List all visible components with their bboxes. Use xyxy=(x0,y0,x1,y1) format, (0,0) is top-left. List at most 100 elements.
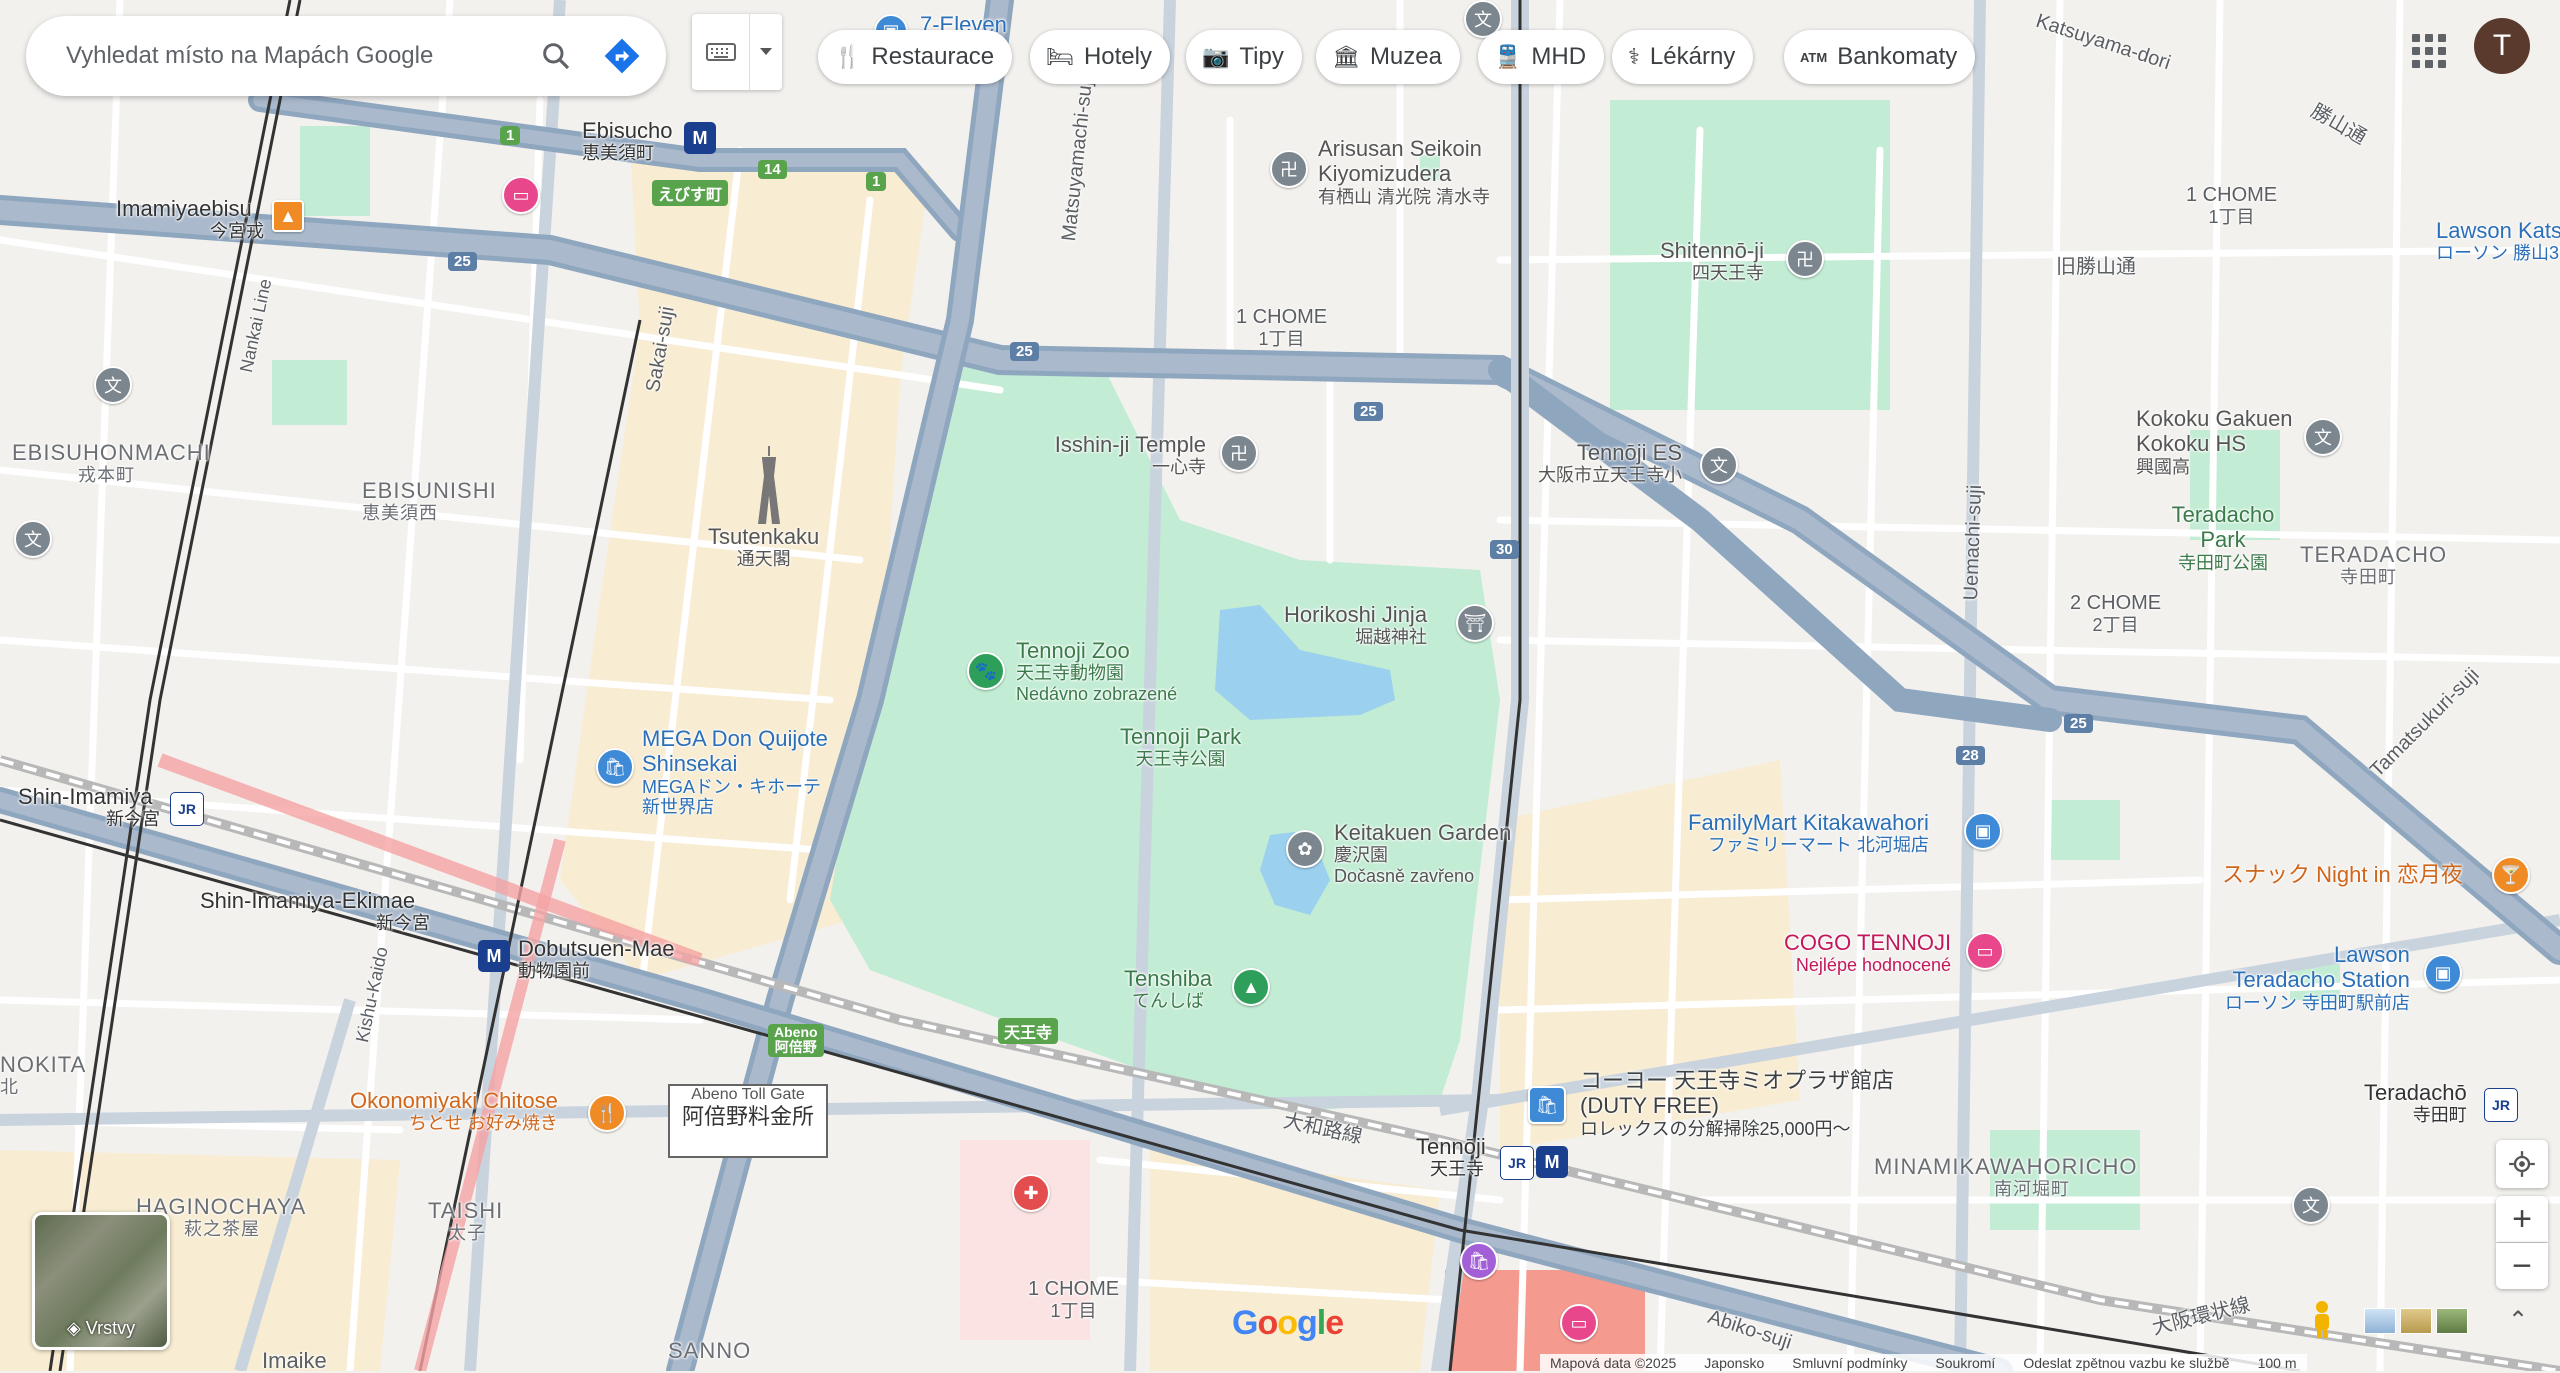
map-data-credit: Mapová data ©2025 xyxy=(1550,1354,1677,1371)
temple-icon[interactable]: 卍 xyxy=(1220,434,1258,472)
jr-station-icon[interactable]: JR xyxy=(170,792,204,826)
temple-icon[interactable]: 卍 xyxy=(1786,240,1824,278)
jr-station-icon[interactable]: JR xyxy=(1500,1146,1534,1180)
poi-cogo-tennoji[interactable]: COGO TENNOJI Nejlépe hodnocené xyxy=(1784,930,1951,976)
tower-icon[interactable] xyxy=(754,446,784,525)
street-view-pegman-icon[interactable] xyxy=(2300,1296,2344,1344)
tree-icon[interactable]: ▲ xyxy=(1232,968,1270,1006)
chip-muzea[interactable]: 🏛 Muzea xyxy=(1316,30,1460,84)
poi-tennoji-park[interactable]: Tennoji Park 天王寺公園 xyxy=(1120,724,1241,770)
poi-shitennoji[interactable]: Shitennō-ji 四天王寺 xyxy=(1660,238,1764,284)
school-icon[interactable]: 文 xyxy=(2292,1186,2330,1224)
district-label: TAISHI 太子 xyxy=(428,1198,504,1244)
route-number-shield: 1 xyxy=(866,172,887,191)
school-icon[interactable]: 文 xyxy=(2304,418,2342,456)
chip-mhd[interactable]: 🚆 MHD xyxy=(1478,30,1605,84)
keyboard-icon[interactable] xyxy=(692,14,749,90)
crosshair-icon xyxy=(2509,1151,2535,1177)
directions-button[interactable] xyxy=(598,32,646,80)
shop-icon[interactable]: ▣ xyxy=(1964,812,2002,850)
restaurant-icon[interactable]: 🍴 xyxy=(588,1094,626,1132)
jr-station-icon[interactable]: JR xyxy=(2484,1088,2518,1122)
poi-teradacho-park[interactable]: Teradacho Park 寺田町公園 xyxy=(2168,502,2278,573)
scale-bar[interactable]: 100 m xyxy=(2258,1355,2297,1371)
poi-familymart[interactable]: FamilyMart Kitakawahori ファミリーマート 北河堀店 xyxy=(1688,810,1929,856)
station-shin-imamiya-ekimae[interactable]: Shin-Imamiya-Ekimae 新今宮 xyxy=(200,888,430,934)
poi-okonomiyaki-chitose[interactable]: Okonomiyaki Chitose ちとせ お好み焼き xyxy=(350,1088,558,1134)
hospital-icon[interactable]: ✚ xyxy=(1012,1174,1050,1212)
feedback-link[interactable]: Odeslat zpětnou vazbu ke službě xyxy=(2023,1355,2229,1371)
temple-icon[interactable]: 卍 xyxy=(1270,150,1308,188)
poi-kokoku-gakuen[interactable]: Kokoku Gakuen Kokoku HS 興國高 xyxy=(2136,406,2296,477)
bar-icon[interactable]: 🍸 xyxy=(2492,856,2530,894)
layers-button[interactable]: ◈ Vrstvy xyxy=(32,1212,170,1350)
route-number-shield: 14 xyxy=(758,160,787,179)
station-shin-imamiya[interactable]: Shin-Imamiya 新今宮 xyxy=(18,784,160,830)
garden-icon[interactable]: ✿ xyxy=(1286,830,1324,868)
metro-station-icon[interactable]: M xyxy=(1536,1146,1568,1178)
poi-tennoji-es[interactable]: Tennōji ES 大阪市立天王寺小 xyxy=(1538,440,1682,486)
account-avatar[interactable]: T xyxy=(2474,18,2530,74)
poi-tsutenkaku[interactable]: Tsutenkaku 通天閣 xyxy=(708,524,819,570)
zoo-icon[interactable]: 🐾 xyxy=(967,652,1005,690)
apps-grid-icon[interactable] xyxy=(2406,28,2446,68)
poi-horikoshi-jinja[interactable]: Horikoshi Jinja 堀越神社 xyxy=(1284,602,1427,648)
shopping-bag-icon[interactable]: 🛍 xyxy=(596,748,634,786)
route-number-shield: 1 xyxy=(500,126,521,145)
my-location-button[interactable] xyxy=(2496,1140,2548,1188)
route-number-shield: 25 xyxy=(448,252,477,271)
station-teradacho[interactable]: Teradachō 寺田町 xyxy=(2364,1080,2467,1126)
shrine-icon[interactable]: ⛩ xyxy=(1456,604,1494,642)
search-box[interactable] xyxy=(26,16,666,96)
poi-arisusan-kiyomizudera[interactable]: Arisusan Seikoin Kiyomizudera 有栖山 清光院 清水寺 xyxy=(1318,136,1568,207)
chip-bankomaty[interactable]: ATM Bankomaty xyxy=(1784,30,1976,84)
privacy-link[interactable]: Soukromí xyxy=(1935,1355,1995,1371)
hotel-icon[interactable]: ▭ xyxy=(1560,1304,1598,1342)
station-ebisucho[interactable]: Ebisucho 恵美須町 xyxy=(582,118,673,164)
poi-mega-don-quijote[interactable]: MEGA Don Quijote Shinsekai MEGAドン・キホーテ 新世… xyxy=(642,726,832,818)
station-tennoji[interactable]: Tennōji 天王寺 xyxy=(1416,1134,1486,1180)
map-canvas[interactable] xyxy=(0,0,2560,1371)
shopping-bag-icon[interactable]: 🛍 xyxy=(1528,1086,1566,1124)
zoom-out-button[interactable]: − xyxy=(2496,1243,2548,1289)
school-icon[interactable]: 文 xyxy=(14,520,52,558)
chevron-up-icon[interactable]: ⌃ xyxy=(2508,1306,2528,1335)
street-label: Uemachi-suji xyxy=(1960,484,1987,601)
district-label: SANNO xyxy=(668,1338,752,1363)
station-dobutsuen-mae[interactable]: Dobutsuen-Mae 動物園前 xyxy=(518,936,675,982)
chip-hotely[interactable]: 🛏 Hotely xyxy=(1030,30,1170,84)
chevron-down-icon[interactable] xyxy=(749,14,782,90)
poi-snack-night[interactable]: スナック Night in 恋月夜 xyxy=(2222,862,2463,887)
poi-kohyo-duty-free[interactable]: コーヨー 天王寺ミオプラザ館店 (DUTY FREE) ロレックスの分解掃除25,… xyxy=(1580,1068,1960,1139)
metro-station-icon[interactable]: M xyxy=(684,122,716,154)
poi-isshinji-temple[interactable]: Isshin-ji Temple 一心寺 xyxy=(1042,432,1206,478)
metro-station-icon[interactable]: M xyxy=(478,940,510,972)
search-input[interactable] xyxy=(64,41,488,71)
poi-lawson-teradacho[interactable]: Lawson Teradacho Station ローソン 寺田町駅前店 xyxy=(2214,942,2410,1013)
zoom-in-button[interactable]: + xyxy=(2496,1196,2548,1242)
poi-tenshiba[interactable]: Tenshiba てんしば xyxy=(1124,966,1212,1012)
chip-restaurace[interactable]: 🍴 Restaurace xyxy=(818,30,1013,84)
district-label: TERADACHO 寺田町 xyxy=(2300,542,2448,588)
shopping-icon[interactable]: 🛍 xyxy=(1460,1242,1498,1280)
chip-tipy[interactable]: 📷 Tipy xyxy=(1186,30,1302,84)
school-icon[interactable]: 文 xyxy=(1700,446,1738,484)
imagery-thumbnails[interactable] xyxy=(2364,1308,2468,1334)
abeno-toll-gate[interactable]: Abeno Toll Gate 阿倍野料金所 xyxy=(668,1084,828,1158)
poi-keitakuen-garden[interactable]: Keitakuen Garden 慶沢園 Dočasně zavřeno xyxy=(1334,820,1511,887)
chip-lekarny[interactable]: ⚕ Lékárny xyxy=(1612,30,1754,84)
route-number-shield: 25 xyxy=(1010,342,1039,361)
search-button[interactable] xyxy=(532,32,580,80)
hotel-icon[interactable]: ▭ xyxy=(1966,932,2004,970)
pharmacy-icon: ⚕ xyxy=(1628,44,1640,69)
country-link[interactable]: Japonsko xyxy=(1704,1355,1764,1371)
terms-link[interactable]: Smluvní podmínky xyxy=(1792,1355,1907,1371)
poi-tennoji-zoo[interactable]: Tennoji Zoo 天王寺動物園 Nedávno zobrazené xyxy=(1016,638,1177,705)
rail-station-icon[interactable]: ▲ xyxy=(272,200,304,232)
station-imamiyaebisu[interactable]: Imamiyaebisu 今宮戎 xyxy=(116,196,264,242)
hotel-icon[interactable]: ▭ xyxy=(502,176,540,214)
input-tools[interactable] xyxy=(692,14,782,90)
school-icon[interactable]: 文 xyxy=(94,366,132,404)
poi-lawson-katsuyama[interactable]: Lawson Katsuローソン 勝山3 xyxy=(2436,218,2560,264)
shop-icon[interactable]: ▣ xyxy=(2424,954,2462,992)
